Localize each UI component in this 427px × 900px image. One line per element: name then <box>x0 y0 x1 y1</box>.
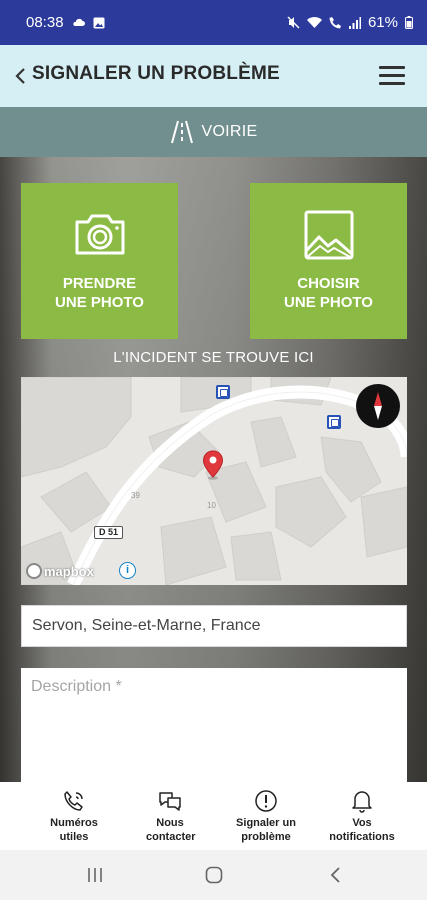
nav-item-contact[interactable]: Nous contacter <box>122 782 218 850</box>
description-field[interactable] <box>21 668 407 788</box>
back-button[interactable] <box>14 66 28 86</box>
menu-button[interactable] <box>379 66 405 86</box>
nav-label: Nous contacter <box>146 817 196 843</box>
phone-icon <box>64 791 83 811</box>
nav-label: Signaler un problème <box>236 817 296 843</box>
compass-icon <box>374 392 382 420</box>
chevron-left-icon <box>15 68 25 84</box>
compass-button[interactable] <box>356 384 400 428</box>
nav-label: Vos notifications <box>329 817 395 843</box>
nav-label: Numéros utiles <box>50 817 98 843</box>
recent-apps-icon[interactable] <box>86 866 104 884</box>
house-number-label: 39 <box>131 491 140 500</box>
bus-stop-icon[interactable] <box>216 385 230 399</box>
system-back-icon[interactable] <box>327 866 345 884</box>
mapbox-logo-icon <box>26 563 42 579</box>
app-header: SIGNALER UN PROBLÈME <box>0 45 427 107</box>
gallery-icon <box>93 17 105 29</box>
map-tiles <box>21 377 407 585</box>
nav-item-report[interactable]: Signaler un problème <box>218 782 314 850</box>
road-icon <box>171 120 194 144</box>
signal-icon <box>348 16 361 29</box>
call-icon <box>329 16 342 29</box>
bus-stop-icon[interactable] <box>327 415 341 429</box>
image-icon <box>304 210 353 260</box>
road-label: D 51 <box>94 526 124 539</box>
nav-item-useful-numbers[interactable]: Numéros utiles <box>26 782 122 850</box>
take-photo-button[interactable]: PRENDRE UNE PHOTO <box>21 183 178 339</box>
page-title: SIGNALER UN PROBLÈME <box>32 63 280 84</box>
hamburger-icon <box>379 66 405 69</box>
category-label: VOIRIE <box>201 123 258 140</box>
house-number-label: 10 <box>207 501 216 510</box>
system-nav-bar <box>0 850 427 900</box>
alert-icon <box>255 790 277 812</box>
chat-icon <box>159 792 181 811</box>
choose-photo-button[interactable]: CHOISIR UNE PHOTO <box>250 183 407 339</box>
battery-icon <box>405 16 413 29</box>
bell-icon <box>352 791 372 813</box>
battery-level: 61% <box>367 14 398 31</box>
bottom-nav: Numéros utiles Nous contacter Signaler u… <box>0 782 427 850</box>
mute-icon <box>287 16 300 29</box>
choose-photo-label: CHOISIR UNE PHOTO <box>284 275 373 311</box>
home-icon[interactable] <box>205 866 223 884</box>
take-photo-label: PRENDRE UNE PHOTO <box>55 275 144 311</box>
status-time: 08:38 <box>26 14 64 31</box>
mapbox-text: mapbox <box>44 563 94 579</box>
mapbox-logo[interactable]: mapbox <box>26 563 94 579</box>
category-bar: VOIRIE <box>0 107 427 157</box>
address-field[interactable] <box>21 605 407 647</box>
incident-location-label: L'INCIDENT SE TROUVE ICI <box>113 349 314 366</box>
info-icon[interactable]: i <box>119 562 136 579</box>
wifi-icon <box>306 16 322 29</box>
status-bar: 08:38 61% <box>0 0 427 45</box>
incident-map[interactable]: 39 10 D 51 mapbox i <box>21 377 407 585</box>
cloud-icon <box>72 18 85 27</box>
location-pin-icon[interactable] <box>202 450 224 480</box>
camera-icon <box>75 214 124 255</box>
nav-item-notifications[interactable]: Vos notifications <box>314 782 410 850</box>
